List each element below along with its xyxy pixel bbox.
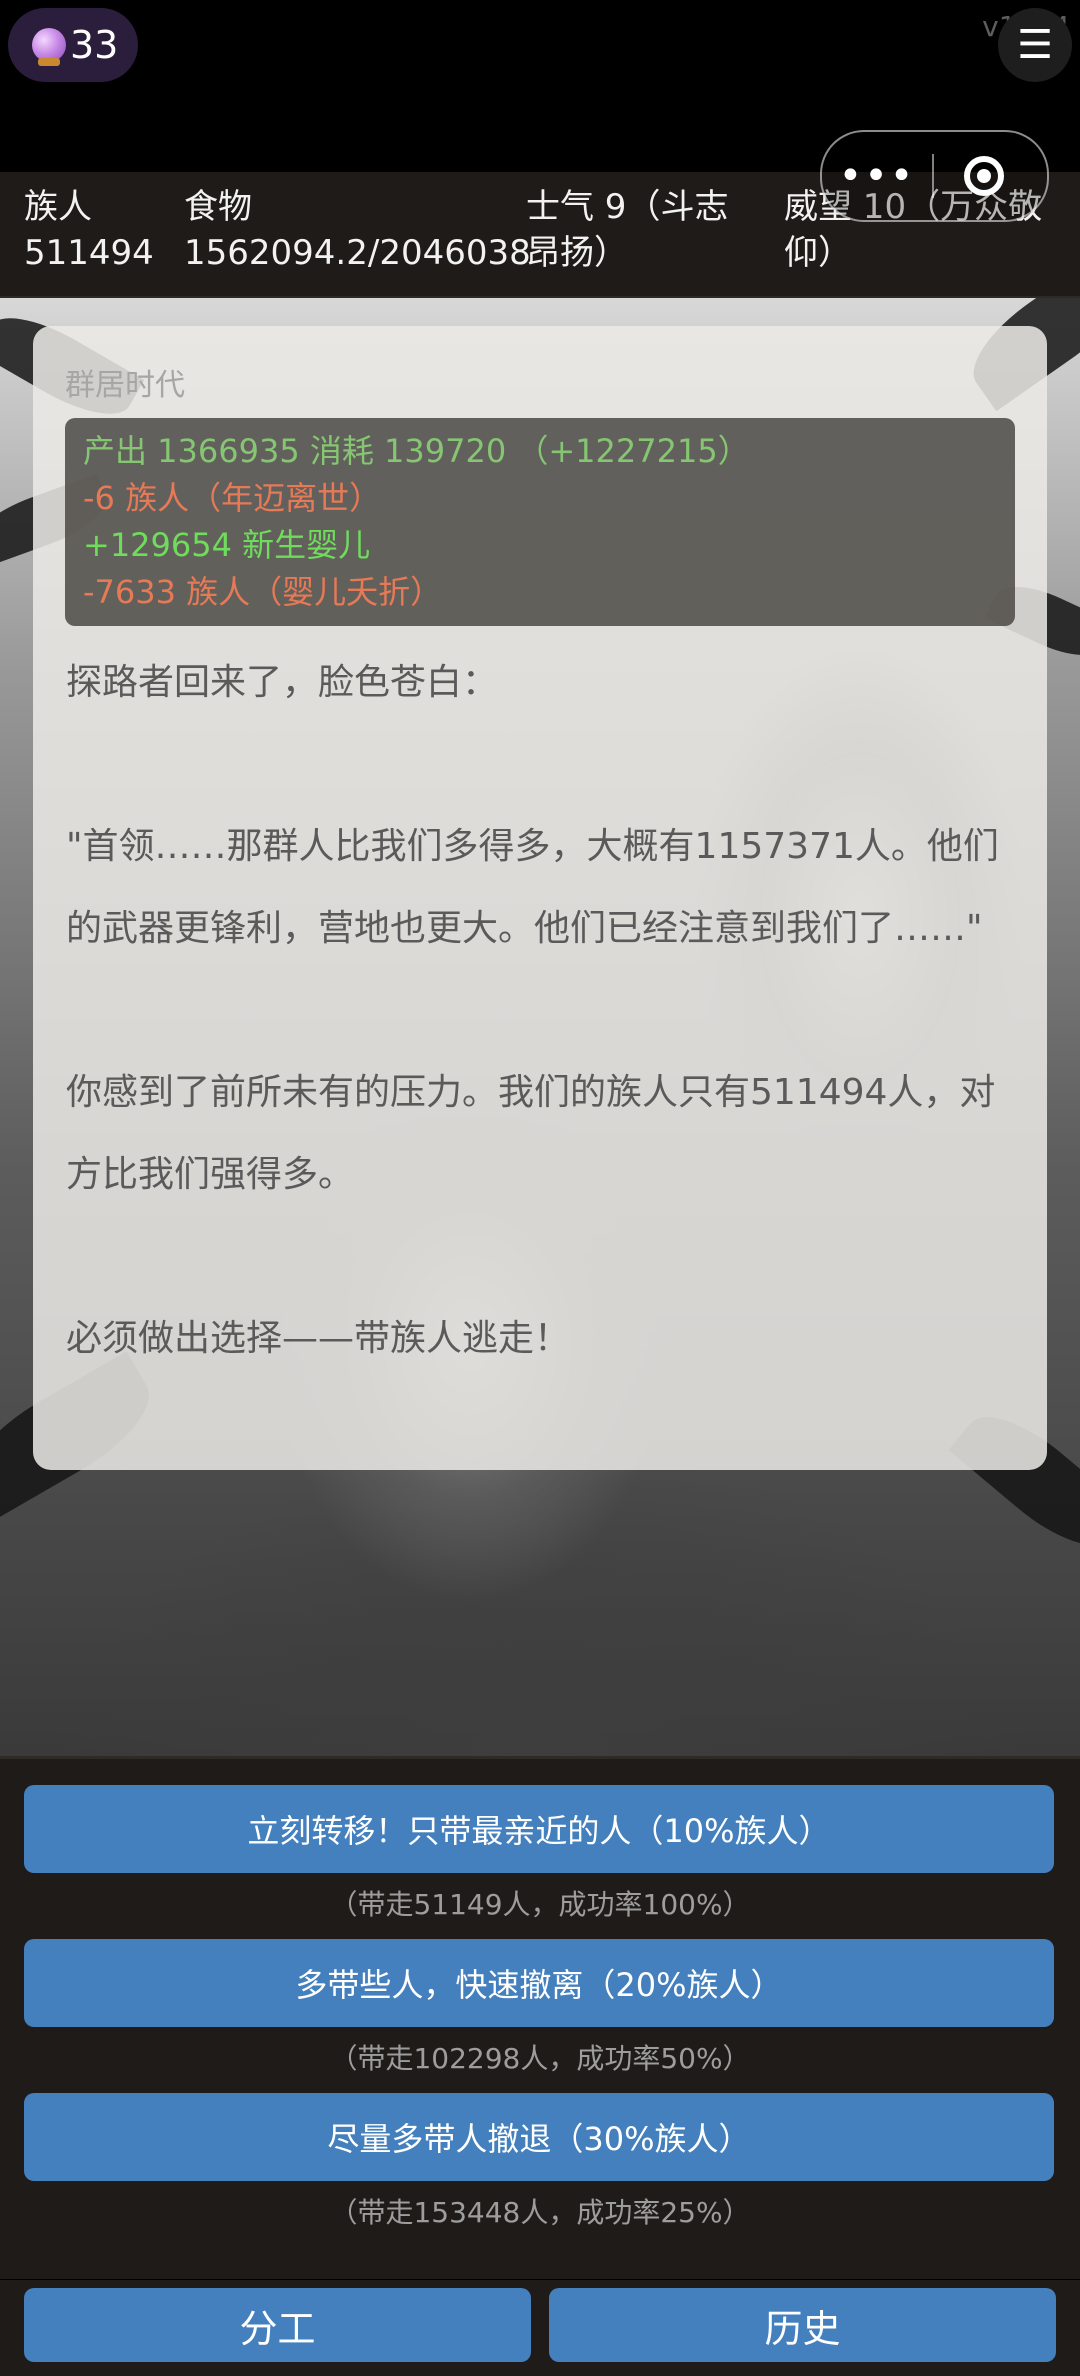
- choice-panel: 立刻转移！只带最亲近的人（10%族人） （带走51149人，成功率100%） 多…: [0, 1756, 1080, 2279]
- story-paragraph: 你感到了前所未有的压力。我们的族人只有511494人，对方比我们强得多。: [66, 1072, 996, 1195]
- population-label: 族人: [24, 187, 92, 227]
- choice-note: （带走51149人，成功率100%）: [329, 1888, 751, 1921]
- food-stat: 食物 1562094.2/2046038: [184, 184, 531, 276]
- game-screen: 33 v1.1.4 ☰ ••• 族人 511494 食物 1562094.2/2…: [0, 0, 1080, 2376]
- choice-button-10pct[interactable]: 立刻转移！只带最亲近的人（10%族人）: [24, 1785, 1054, 1873]
- event-story: 探路者回来了，脸色苍白： "首领……那群人比我们多得多，大概有1157371人。…: [66, 642, 1016, 1380]
- choice-button-20pct[interactable]: 多带些人，快速撤离（20%族人）: [24, 1939, 1054, 2027]
- turn-summary: 产出 1366935 消耗 139720 （+1227215） -6 族人（年迈…: [65, 418, 1015, 626]
- footer-bar: 分工 历史: [0, 2280, 1080, 2376]
- era-label: 群居时代: [65, 368, 185, 403]
- population-stat: 族人 511494: [24, 184, 154, 276]
- miniprogram-capsule: •••: [820, 130, 1049, 222]
- choice-note: （带走153448人，成功率25%）: [329, 2196, 751, 2229]
- newborn-line: +129654 新生婴儿: [83, 526, 371, 564]
- history-button[interactable]: 历史: [549, 2288, 1056, 2362]
- story-paragraph: 必须做出选择——带族人逃走！: [66, 1318, 571, 1359]
- event-card: 群居时代 产出 1366935 消耗 139720 （+1227215） -6 …: [33, 326, 1047, 1470]
- close-miniprogram-icon[interactable]: [964, 156, 1004, 196]
- menu-button[interactable]: ☰: [998, 8, 1072, 82]
- morale-stat: 士气 9（斗志昂扬）: [526, 187, 729, 273]
- food-label: 食物: [184, 187, 252, 227]
- elder-death-line: -6 族人（年迈离世）: [83, 479, 382, 517]
- production-summary: 产出 1366935 消耗 139720 （+1227215）: [83, 432, 750, 470]
- division-button[interactable]: 分工: [24, 2288, 531, 2362]
- infant-death-line: -7633 族人（婴儿夭折）: [83, 573, 443, 611]
- population-value: 511494: [24, 233, 154, 273]
- more-options-icon[interactable]: •••: [822, 153, 932, 199]
- story-paragraph: 探路者回来了，脸色苍白：: [66, 662, 499, 703]
- gem-count: 33: [70, 23, 119, 67]
- food-value: 1562094.2/2046038: [184, 233, 531, 273]
- capsule-divider: [932, 154, 934, 198]
- choice-note: （带走102298人，成功率50%）: [329, 2042, 751, 2075]
- hamburger-menu-icon: ☰: [1017, 22, 1053, 68]
- story-paragraph: "首领……那群人比我们多得多，大概有1157371人。他们的武器更锋利，营地也更…: [66, 826, 999, 949]
- choice-button-30pct[interactable]: 尽量多带人撤退（30%族人）: [24, 2093, 1054, 2181]
- crystal-ball-icon: [32, 28, 66, 66]
- gem-counter[interactable]: 33: [8, 8, 138, 82]
